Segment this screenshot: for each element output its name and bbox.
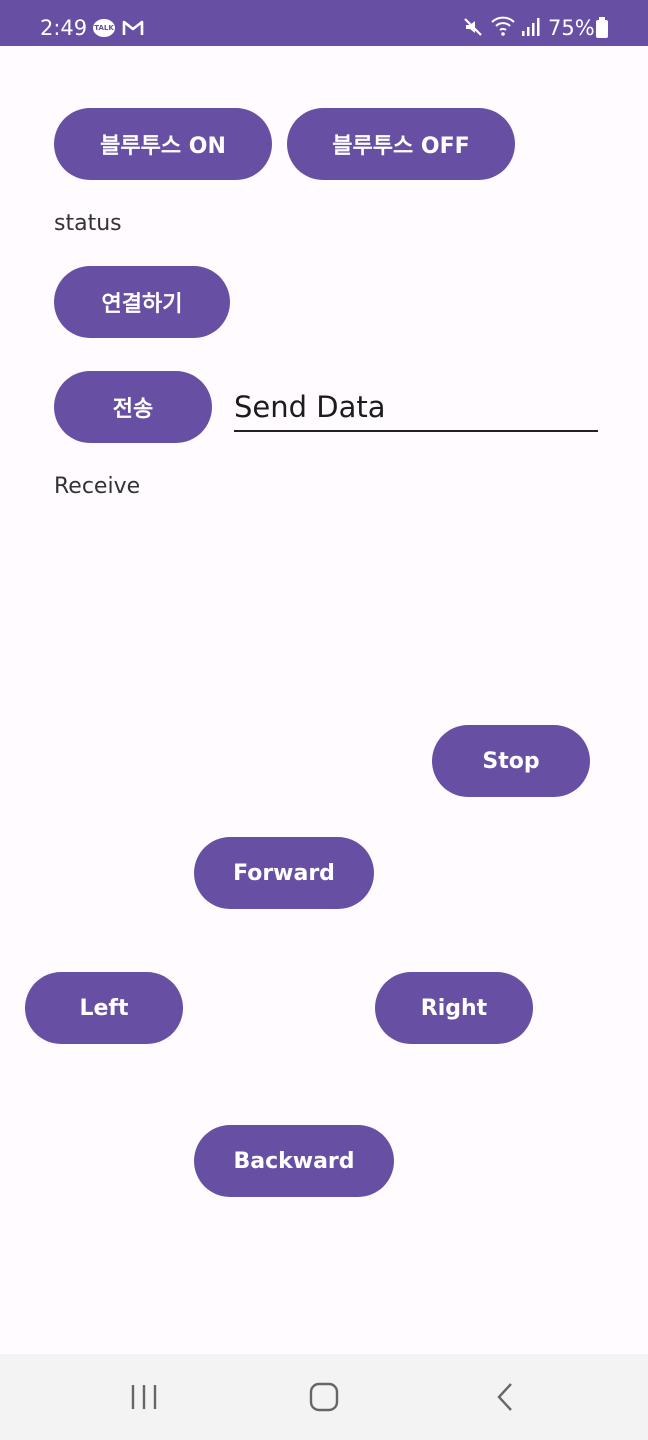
status-bar: 2:49 TALK 75% (0, 0, 648, 46)
navigation-bar (0, 1354, 648, 1440)
forward-button[interactable]: Forward (194, 837, 374, 909)
connect-button[interactable]: 연결하기 (54, 266, 230, 338)
backward-button[interactable]: Backward (194, 1125, 394, 1197)
send-button[interactable]: 전송 (54, 371, 212, 443)
right-button[interactable]: Right (375, 972, 533, 1044)
bluetooth-on-button[interactable]: 블루투스 ON (54, 108, 272, 180)
battery-icon (595, 17, 609, 43)
home-icon[interactable] (294, 1376, 354, 1418)
mute-icon (462, 16, 484, 42)
status-label: status (54, 211, 122, 236)
wifi-icon (490, 14, 516, 42)
bluetooth-off-button[interactable]: 블루투스 OFF (287, 108, 515, 180)
gmail-icon (122, 19, 144, 41)
battery-percent: 75% (548, 16, 595, 40)
back-icon[interactable] (476, 1376, 536, 1418)
receive-label: Receive (54, 474, 141, 499)
status-time: 2:49 (40, 16, 88, 40)
signal-icon (521, 17, 541, 41)
left-button[interactable]: Left (25, 972, 183, 1044)
kakaotalk-icon: TALK (93, 19, 115, 37)
stop-button[interactable]: Stop (432, 725, 590, 797)
send-data-input[interactable] (234, 384, 598, 432)
recents-icon[interactable] (114, 1376, 174, 1418)
